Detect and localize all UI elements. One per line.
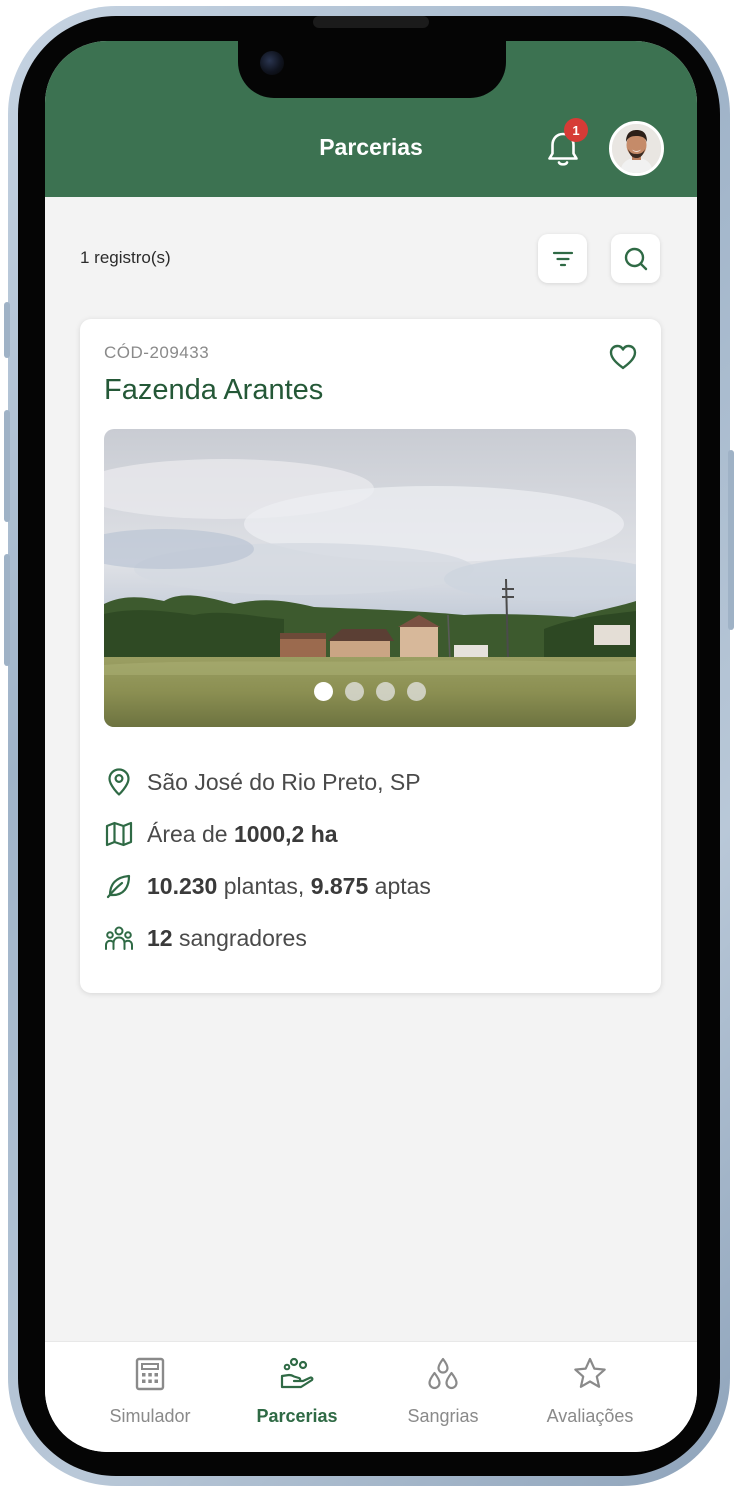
tab-parcerias[interactable]: Parcerias [222,1356,372,1436]
calculator-icon [135,1357,165,1391]
tab-simulador[interactable]: Simulador [75,1356,225,1436]
carousel-dot-4[interactable] [407,682,426,701]
tab-parcerias-label: Parcerias [256,1406,338,1426]
users-icon [104,923,134,953]
front-camera [260,51,284,75]
tab-sangrias[interactable]: Sangrias [368,1356,518,1436]
farm-photo-carousel[interactable] [104,429,636,727]
star-icon [574,1357,606,1388]
leaf-icon [104,871,134,901]
carousel-dot-1[interactable] [314,682,333,701]
filter-button[interactable] [538,234,587,283]
user-avatar[interactable] [609,121,664,176]
heart-icon [609,344,637,370]
carousel-dots [104,682,636,701]
carousel-dot-2[interactable] [345,682,364,701]
notch [238,41,506,98]
plants-row: 10.230 plantas, 9.875 aptas [104,870,431,902]
notification-badge: 1 [564,118,588,142]
silent-switch [4,302,10,358]
tappers-text: 12 sangradores [147,924,307,951]
location-row: São José do Rio Preto, SP [104,766,421,798]
plants-value: 10.230 [147,872,218,899]
hand-seedling-icon [280,1357,314,1389]
filter-icon [552,251,573,266]
tab-avaliacoes-label: Avaliações [546,1406,634,1426]
tappers-row: 12 sangradores [104,922,307,954]
page-title: Parcerias [319,134,423,160]
area-row: Área de 1000,2 ha [104,818,338,850]
search-button[interactable] [611,234,660,283]
droplets-icon [428,1357,458,1390]
apt-value: 9.875 [310,872,369,899]
farm-code: CÓD-209433 [104,343,210,362]
app-screen: Parcerias 1 1 registro(s) CÓD-209433 Faz… [45,41,697,1452]
partnership-card[interactable]: CÓD-209433 Fazenda Arantes São José do R… [80,319,661,993]
map-icon [104,819,134,849]
tappers-value: 12 [147,924,173,951]
farm-name: Fazenda Arantes [104,374,324,406]
carousel-dot-3[interactable] [376,682,395,701]
bottom-tab-bar: Simulador Parcerias Sangrias Avaliações [45,1341,697,1452]
search-icon [624,247,647,270]
avatar-image [612,124,661,173]
volume-down-button [4,554,10,666]
area-text: Área de 1000,2 ha [147,820,338,847]
tab-sangrias-label: Sangrias [407,1406,479,1426]
tab-avaliacoes[interactable]: Avaliações [515,1356,665,1436]
volume-up-button [4,410,10,522]
tab-simulador-label: Simulador [109,1406,191,1426]
favorite-button[interactable] [607,341,639,373]
power-button [728,450,734,630]
location-text: São José do Rio Preto, SP [147,768,421,795]
area-value: 1000,2 ha [233,820,338,847]
earpiece-speaker [313,16,429,28]
record-count: 1 registro(s) [80,248,171,267]
plants-text: 10.230 plantas, 9.875 aptas [147,872,431,899]
map-pin-icon [104,767,134,797]
